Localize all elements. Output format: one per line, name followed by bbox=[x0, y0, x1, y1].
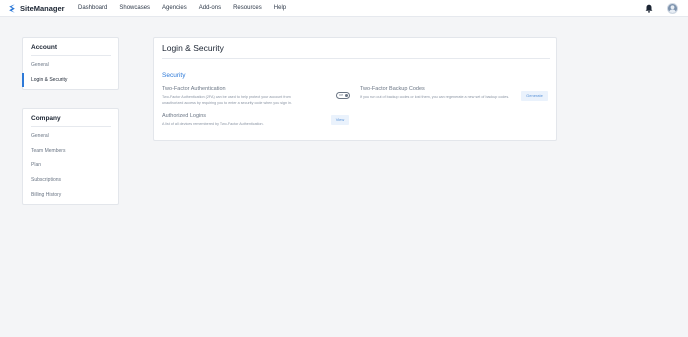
nav-showcases[interactable]: Showcases bbox=[119, 0, 150, 17]
nav-help[interactable]: Help bbox=[274, 0, 286, 17]
nav-add-ons[interactable]: Add-ons bbox=[199, 0, 221, 17]
sidebar-item-subscriptions[interactable]: Subscriptions bbox=[31, 177, 61, 183]
backup-codes-title: Two-Factor Backup Codes bbox=[360, 86, 425, 92]
account-menu-card: Account General Login & Security bbox=[22, 37, 119, 90]
divider bbox=[162, 58, 550, 59]
toggle-knob bbox=[345, 94, 348, 97]
nav-dashboard[interactable]: Dashboard bbox=[78, 0, 107, 17]
brand[interactable]: SiteManager bbox=[8, 3, 65, 14]
sidebar-item-team-members[interactable]: Team Members bbox=[31, 148, 65, 154]
brand-name: SiteManager bbox=[20, 4, 65, 13]
two-factor-toggle[interactable]: Off bbox=[336, 92, 350, 99]
section-title-security: Security bbox=[162, 72, 186, 79]
sidebar-item-general[interactable]: General bbox=[31, 62, 49, 68]
divider bbox=[31, 126, 111, 127]
generate-backup-codes-button[interactable]: Generate bbox=[521, 91, 548, 101]
top-navigation-bar: SiteManager Dashboard Showcases Agencies… bbox=[0, 0, 688, 17]
sidebar-item-plan[interactable]: Plan bbox=[31, 162, 41, 168]
nav-agencies[interactable]: Agencies bbox=[162, 0, 187, 17]
avatar-icon[interactable] bbox=[667, 3, 678, 14]
divider bbox=[31, 55, 111, 56]
sidebar-item-login-security[interactable]: Login & Security bbox=[31, 77, 67, 83]
authorized-logins-title: Authorized Logins bbox=[162, 113, 207, 119]
nav-resources[interactable]: Resources bbox=[233, 0, 262, 17]
sidebar-item-billing-history[interactable]: Billing History bbox=[31, 192, 61, 198]
backup-codes-description: If you run out of backup codes or lost t… bbox=[360, 95, 510, 99]
view-authorized-logins-button[interactable]: View bbox=[331, 115, 349, 125]
bell-icon[interactable] bbox=[645, 4, 653, 13]
login-security-panel: Login & Security Security Two-Factor Aut… bbox=[153, 37, 557, 141]
company-menu-card: Company General Team Members Plan Subscr… bbox=[22, 108, 119, 205]
page-title: Login & Security bbox=[162, 43, 224, 53]
active-indicator bbox=[22, 73, 24, 87]
account-menu-title: Account bbox=[31, 44, 57, 51]
main-nav: Dashboard Showcases Agencies Add-ons Res… bbox=[72, 0, 292, 17]
sitemanager-logo-icon bbox=[9, 4, 15, 13]
authorized-logins-description: A list of all devices remembered by Two-… bbox=[162, 122, 264, 126]
two-factor-title: Two-Factor Authentication bbox=[162, 86, 226, 92]
company-menu-title: Company bbox=[31, 115, 61, 122]
two-factor-description: Two-Factor Authentication (2FA) can be u… bbox=[162, 95, 292, 105]
toggle-state-label: Off bbox=[339, 93, 343, 97]
sidebar-item-company-general[interactable]: General bbox=[31, 133, 49, 139]
